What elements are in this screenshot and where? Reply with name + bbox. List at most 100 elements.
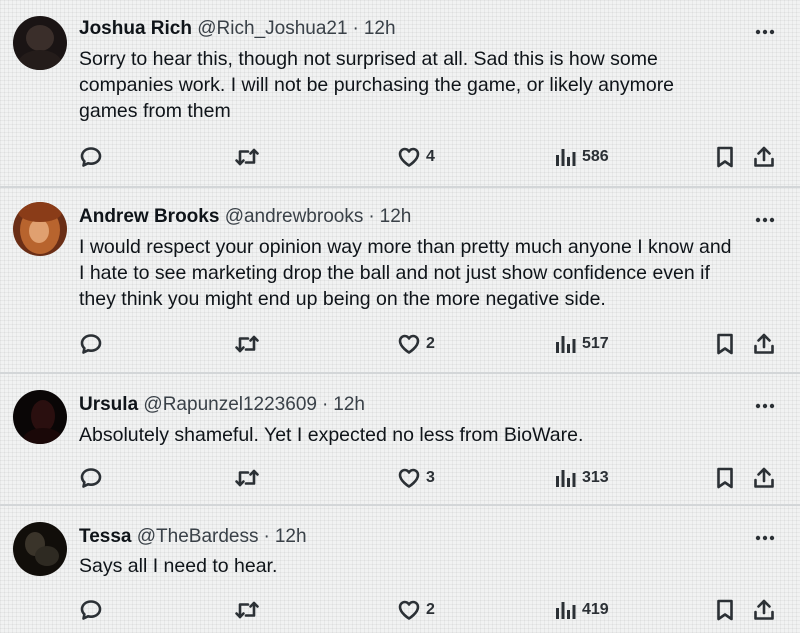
bookmark-button[interactable] (715, 597, 735, 623)
reply-button[interactable] (79, 331, 103, 357)
post-text-line: Sorry to hear this, though not surprised… (79, 48, 658, 70)
like-count: 4 (426, 148, 435, 165)
reply-icon (80, 468, 102, 488)
share-button[interactable] (752, 331, 776, 357)
reply-button[interactable] (79, 465, 103, 491)
more-options-button[interactable] (754, 22, 776, 42)
views-button[interactable]: 517 (555, 331, 609, 357)
post-text-line: they think you might end up being on the… (79, 288, 606, 310)
author-handle[interactable]: @andrewbrooks (225, 206, 364, 227)
separator-dot: · (263, 526, 270, 547)
like-button[interactable]: 2 (397, 597, 435, 623)
bookmark-button[interactable] (715, 331, 735, 357)
timestamp[interactable]: 12h (380, 206, 412, 227)
more-icon (755, 29, 775, 35)
more-options-button[interactable] (754, 528, 776, 548)
post-header: Joshua Rich @Rich_Joshua21 · 12h (79, 18, 396, 40)
author-handle[interactable]: @Rich_Joshua21 (197, 18, 347, 39)
repost-button[interactable] (234, 144, 260, 170)
separator-dot: · (321, 394, 329, 415)
bookmark-icon (717, 467, 733, 489)
reply-button[interactable] (79, 597, 103, 623)
separator-dot: · (352, 18, 359, 39)
views-button[interactable]: 419 (555, 597, 609, 623)
avatar[interactable] (13, 16, 67, 70)
avatar[interactable] (13, 390, 67, 444)
share-icon (754, 333, 774, 354)
views-chart-icon (556, 149, 576, 166)
share-button[interactable] (752, 144, 776, 170)
views-chart-icon (556, 470, 576, 487)
views-button[interactable]: 586 (555, 144, 609, 170)
author-name[interactable]: Ursula (79, 394, 138, 415)
repost-icon (235, 601, 259, 619)
more-icon (755, 217, 775, 223)
post-text-line: Says all I need to hear. (79, 555, 278, 577)
like-count: 3 (426, 469, 435, 486)
post-text: Says all I need to hear. (79, 553, 789, 579)
share-button[interactable] (752, 465, 776, 491)
post-text-line: companies work. I will not be purchasing… (79, 74, 675, 96)
view-count: 419 (582, 601, 609, 618)
views-button[interactable]: 313 (555, 465, 609, 491)
bookmark-icon (717, 146, 733, 168)
avatar[interactable] (13, 522, 67, 576)
separator-dot: · (368, 206, 375, 227)
reply-icon (80, 334, 102, 354)
like-count: 2 (426, 335, 435, 352)
reply-icon (80, 600, 102, 620)
post-text-line: games from them (79, 100, 231, 122)
more-icon (755, 535, 775, 541)
post-text-line: Absolutely shameful. Yet I expected no l… (79, 424, 584, 446)
post-1[interactable]: Joshua Rich @Rich_Joshua21 · 12h Sorry to … (0, 0, 800, 186)
repost-button[interactable] (234, 331, 260, 357)
view-count: 313 (582, 469, 609, 486)
share-icon (754, 599, 774, 620)
post-header: Ursula @Rapunzel1223609 · 12h (79, 394, 365, 416)
bookmark-button[interactable] (715, 144, 735, 170)
share-icon (754, 146, 774, 167)
repost-button[interactable] (234, 465, 260, 491)
author-name[interactable]: Joshua Rich (79, 18, 192, 39)
post-text: I would respect your opinion way more th… (79, 234, 789, 312)
bookmark-icon (717, 599, 733, 621)
timestamp[interactable]: 12h (364, 18, 396, 39)
heart-icon (398, 468, 420, 488)
post-text: Absolutely shameful. Yet I expected no l… (79, 422, 789, 448)
author-handle[interactable]: @Rapunzel1223609 (143, 394, 317, 415)
timestamp[interactable]: 12h (275, 526, 307, 547)
post-text-line: I hate to see marketing drop the ball an… (79, 262, 710, 284)
avatar[interactable] (13, 202, 67, 256)
repost-icon (235, 469, 259, 487)
share-icon (754, 467, 774, 488)
heart-icon (398, 334, 420, 354)
reply-icon (80, 147, 102, 167)
post-header: Tessa @TheBardess · 12h (79, 526, 307, 548)
repost-icon (235, 335, 259, 353)
repost-button[interactable] (234, 597, 260, 623)
more-icon (755, 403, 775, 409)
post-3[interactable]: Ursula @Rapunzel1223609 · 12h Absolutely s… (0, 374, 800, 504)
post-2[interactable]: Andrew Brooks @andrewbrooks · 12h I would … (0, 188, 800, 372)
post-4[interactable]: Tessa @TheBardess · 12h Says all I need to… (0, 506, 800, 633)
view-count: 517 (582, 335, 609, 352)
views-chart-icon (556, 336, 576, 353)
like-button[interactable]: 2 (397, 331, 435, 357)
author-name[interactable]: Tessa (79, 526, 131, 547)
reply-button[interactable] (79, 144, 103, 170)
timestamp[interactable]: 12h (333, 394, 365, 415)
repost-icon (235, 148, 259, 166)
more-options-button[interactable] (754, 396, 776, 416)
like-button[interactable]: 4 (397, 144, 435, 170)
author-name[interactable]: Andrew Brooks (79, 206, 219, 227)
views-chart-icon (556, 602, 576, 619)
post-text: Sorry to hear this, though not surprised… (79, 46, 789, 124)
heart-icon (398, 147, 420, 167)
bookmark-icon (717, 333, 733, 355)
view-count: 586 (582, 148, 609, 165)
share-button[interactable] (752, 597, 776, 623)
author-handle[interactable]: @TheBardess (137, 526, 259, 547)
more-options-button[interactable] (754, 210, 776, 230)
bookmark-button[interactable] (715, 465, 735, 491)
like-button[interactable]: 3 (397, 465, 435, 491)
